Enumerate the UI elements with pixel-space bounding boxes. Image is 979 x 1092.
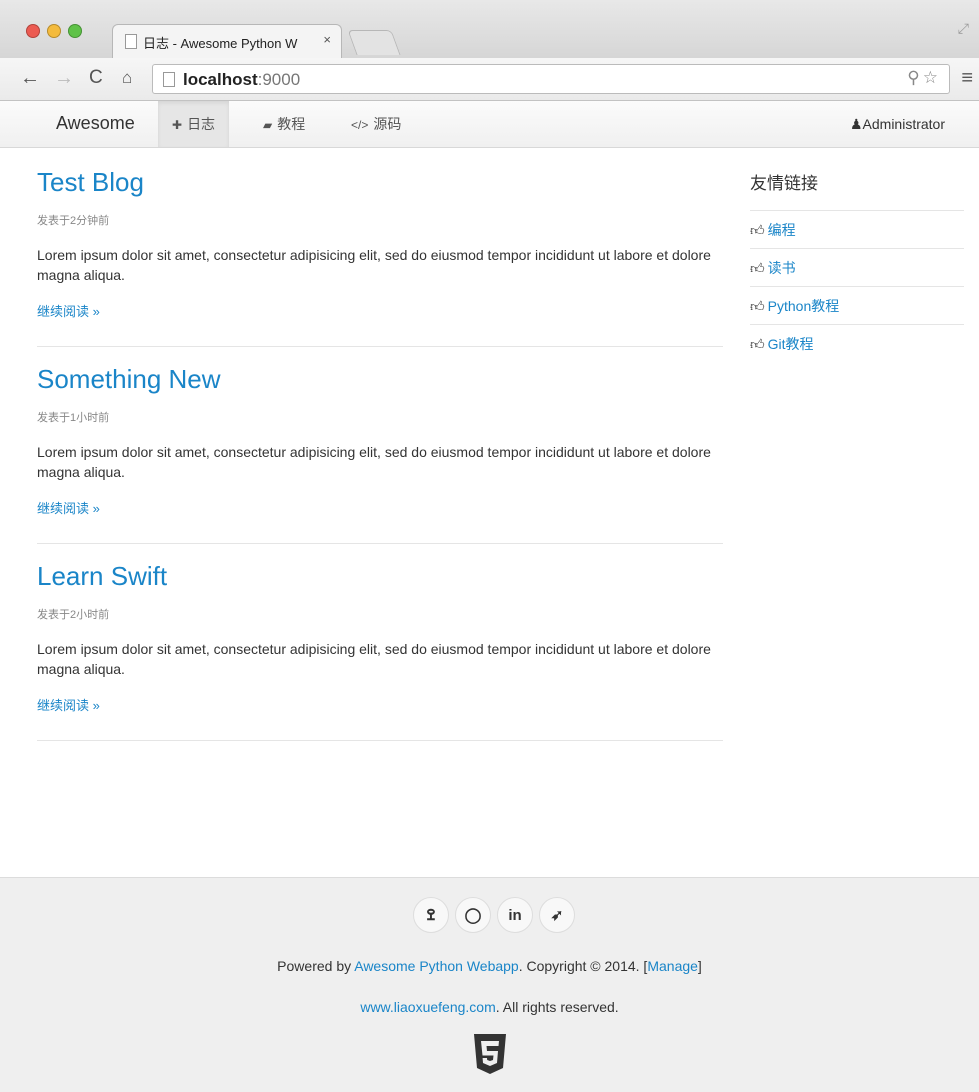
url-text[interactable]: localhost:9000 [183,70,300,90]
window-zoom-button[interactable] [68,24,82,38]
nav-item-label: 教程 [277,116,306,132]
footer-rights: www.liaoxuefeng.com. All rights reserved… [0,999,979,1015]
thumbs-up-icon: 👍︎ [750,222,765,238]
sidebar-link-label: Git教程 [767,336,814,352]
nav-item-label: 源码 [373,116,402,132]
tab-close-icon[interactable]: × [323,32,331,47]
social-links: ߐ ◯ in ➶ [413,897,575,933]
sidebar-link[interactable]: 👍︎ 编程 [750,211,964,249]
url-host: localhost [183,70,258,89]
window-minimize-button[interactable] [47,24,61,38]
forward-icon[interactable]: → [54,67,74,89]
footer: ߐ ◯ in ➶ Powered by Awesome Python Webap… [0,877,979,1092]
linkedin-icon[interactable]: in [497,897,533,933]
post-summary: Lorem ipsum dolor sit amet, consectetur … [37,247,711,283]
sidebar-link-label: 读书 [767,260,796,276]
book-icon: ▰ [263,118,273,132]
home-icon: ✚ [172,118,183,132]
user-menu[interactable]: ♟Administrator [850,101,945,147]
read-more-link[interactable]: 继续阅读 » [37,695,723,714]
url-port: :9000 [257,70,301,89]
read-more-link[interactable]: 继续阅读 » [37,301,723,320]
user-name: Administrator [862,116,945,132]
new-tab-button[interactable] [347,30,401,55]
post-item: Test Blog 发表于2分钟前 Lorem ipsum dolor sit … [37,167,723,347]
read-more-link[interactable]: 继续阅读 » [37,498,723,517]
html5-logo [474,1034,506,1074]
nav-item-blog[interactable]: ✚ 日志 [158,101,230,147]
post-date: 发表于2分钟前 [37,215,110,227]
reload-icon[interactable]: C [89,67,103,89]
post-summary: Lorem ipsum dolor sit amet, consectetur … [37,444,711,480]
back-icon[interactable]: ← [20,67,40,89]
post-item: Something New 发表于1小时前 Lorem ipsum dolor … [37,364,723,544]
post-title[interactable]: Something New [37,364,723,395]
browser-tabstrip: 日志 - Awesome Python W × ⤢ [0,0,979,59]
sidebar-link[interactable]: 👍︎ Python教程 [750,287,964,325]
sidebar-link[interactable]: 👍︎ 读书 [750,249,964,287]
weibo-icon[interactable]: ߐ [413,897,449,933]
page-icon [163,72,175,87]
copyright-text: . Copyright © 2014. [ [518,958,648,974]
post-list: Test Blog 发表于2分钟前 Lorem ipsum dolor sit … [37,150,723,757]
post-title[interactable]: Test Blog [37,167,723,198]
thumbs-up-icon: 👍︎ [750,298,765,314]
thumbs-up-icon: 👍︎ [750,260,765,276]
page-icon [125,34,137,49]
twitter-icon[interactable]: ➶ [539,897,575,933]
sidebar: 友情链接 👍︎ 编程 👍︎ 读书 👍︎ Python教程 👍︎ Git教程 [750,150,964,362]
user-icon: ♟ [849,116,863,132]
window-controls [26,24,82,38]
sidebar-link-label: 编程 [767,222,796,238]
post-date: 发表于1小时前 [37,412,110,424]
thumbs-up-icon: 👍︎ [750,336,765,352]
fullscreen-icon[interactable]: ⤢ [958,20,969,37]
project-link[interactable]: Awesome Python Webapp [354,958,518,974]
sidebar-title: 友情链接 [750,169,964,211]
bracket-text: ] [697,958,702,974]
github-icon[interactable]: ◯ [455,897,491,933]
nav-item-label: 日志 [187,116,216,132]
bookmark-star-icon[interactable]: ☆ [923,68,941,87]
address-bar[interactable]: localhost:9000 ⚲☆ [152,64,950,94]
window-close-button[interactable] [26,24,40,38]
home-icon[interactable]: ⌂ [122,67,132,89]
site-link[interactable]: www.liaoxuefeng.com [360,999,495,1015]
sidebar-link[interactable]: 👍︎ Git教程 [750,325,964,362]
code-icon: </> [351,118,369,132]
nav-item-source[interactable]: </> 源码 [337,101,415,147]
sidebar-link-label: Python教程 [767,298,840,314]
footer-powered: Powered by Awesome Python Webapp. Copyri… [0,958,979,974]
post-summary: Lorem ipsum dolor sit amet, consectetur … [37,641,711,677]
search-icon[interactable]: ⚲ [907,68,922,87]
browser-toolbar: ← → C ⌂ localhost:9000 ⚲☆ ≡ [0,58,979,101]
brand[interactable]: Awesome [56,113,135,134]
manage-link[interactable]: Manage [647,958,698,974]
site-navbar: Awesome ✚ 日志 ▰ 教程 </> 源码 ♟Administrator [0,101,979,148]
post-date: 发表于2小时前 [37,609,110,621]
nav-item-tutorial[interactable]: ▰ 教程 [249,101,319,147]
browser-tab[interactable]: 日志 - Awesome Python W × [112,24,342,58]
powered-prefix: Powered by [277,958,355,974]
url-actions: ⚲☆ [907,68,941,88]
rights-text: . All rights reserved. [495,999,619,1015]
tab-title: 日志 - Awesome Python W [143,36,298,51]
post-title[interactable]: Learn Swift [37,561,723,592]
post-item: Learn Swift 发表于2小时前 Lorem ipsum dolor si… [37,561,723,741]
menu-icon[interactable]: ≡ [961,67,973,90]
